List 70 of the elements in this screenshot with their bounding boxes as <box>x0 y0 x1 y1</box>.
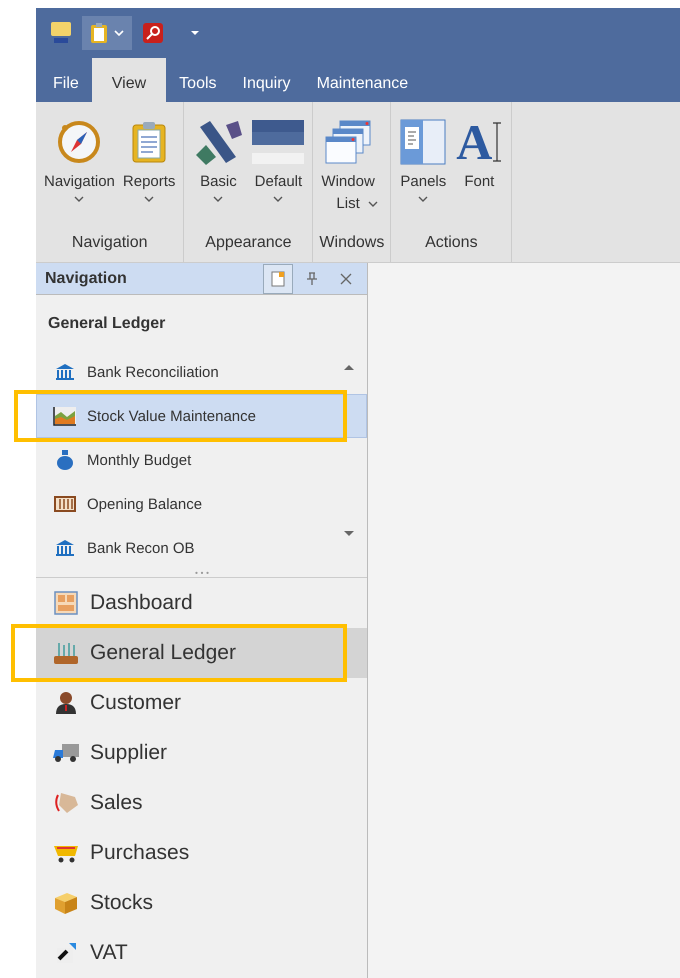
text-height-icon <box>492 121 502 163</box>
resize-grip-icon[interactable] <box>194 571 210 575</box>
truck-icon <box>52 742 80 764</box>
scroll-down-icon[interactable] <box>343 530 355 538</box>
color-scheme-icon <box>252 120 304 164</box>
clipboard-dropdown-button[interactable] <box>82 16 132 50</box>
navigation-item[interactable]: Monthly Budget <box>36 438 367 482</box>
group-title: General Ledger <box>47 314 166 334</box>
navigation-item[interactable]: Bank Reconciliation <box>36 350 367 394</box>
button-label: Basic <box>200 172 237 192</box>
chevron-down-icon <box>114 30 124 36</box>
category-item[interactable]: Supplier <box>36 728 367 778</box>
clipboard-icon <box>90 22 108 44</box>
page-button[interactable] <box>263 264 293 294</box>
ribbon-button[interactable]: Basic <box>190 114 246 228</box>
category-item[interactable]: Customer <box>36 678 367 728</box>
button-label: Font <box>464 172 494 192</box>
category-item[interactable]: VAT <box>36 928 367 978</box>
money-bag-icon <box>55 449 75 472</box>
ribbon-group-label: Navigation <box>70 233 149 253</box>
button-label: Panels <box>400 172 446 192</box>
ribbon-tab[interactable]: Maintenance <box>304 58 422 102</box>
ribbon-group-label: Windows <box>319 233 384 253</box>
clipboard-icon <box>130 120 168 164</box>
key-icon[interactable] <box>142 22 164 44</box>
navigation-item[interactable]: Bank Recon OB <box>36 526 367 570</box>
close-icon <box>340 272 352 285</box>
ribbon-group-label: Appearance <box>204 233 293 253</box>
price-tag-icon <box>53 791 79 815</box>
button-label: Window <box>321 172 375 192</box>
category-item[interactable]: Dashboard <box>36 578 367 628</box>
ribbon-group-label: Actions <box>424 233 479 253</box>
customize-dropdown-icon[interactable] <box>190 30 200 36</box>
navigation-item[interactable]: Stock Value Maintenance <box>36 394 367 438</box>
navigation-item[interactable]: Opening Balance <box>36 482 367 526</box>
ribbon-button[interactable]: Default <box>250 114 306 228</box>
category-item[interactable]: Purchases <box>36 828 367 878</box>
button-label: List <box>336 194 360 214</box>
bank-icon <box>55 539 75 558</box>
pin-icon <box>306 272 318 286</box>
scroll-up-icon[interactable] <box>343 364 355 372</box>
dashboard-icon <box>54 591 78 615</box>
box-icon <box>53 891 79 915</box>
category-item[interactable]: Stocks <box>36 878 367 928</box>
monitor-icon[interactable] <box>50 21 72 45</box>
person-icon <box>55 691 77 715</box>
ribbon-button[interactable]: A Font <box>453 114 506 228</box>
ribbon-tab[interactable]: View <box>92 58 166 102</box>
panel-title: Navigation <box>45 270 128 288</box>
ribbon-tab[interactable]: Inquiry <box>230 58 304 102</box>
ribbon-button[interactable]: Panels <box>397 114 450 228</box>
ribbon-button[interactable]: Navigation <box>42 114 117 228</box>
button-label: Reports <box>122 172 176 192</box>
button-label: Default <box>254 172 302 192</box>
chart-grid-icon <box>53 406 77 426</box>
category-item[interactable]: Sales <box>36 778 367 828</box>
abacus-icon <box>54 496 76 512</box>
windows-icon <box>324 119 372 165</box>
category-item[interactable]: General Ledger <box>36 628 367 678</box>
button-label: Navigation <box>44 172 115 192</box>
ribbon-tab[interactable]: File <box>40 58 92 102</box>
compass-icon <box>57 120 102 164</box>
panels-icon <box>400 119 446 165</box>
font-glyph: A <box>456 119 492 165</box>
ribbon-tab[interactable]: Tools <box>166 58 230 102</box>
bank-icon <box>55 363 75 382</box>
ribbon-button[interactable]: Reports <box>120 114 178 228</box>
ribbon-button[interactable]: Window List <box>319 114 377 228</box>
page-icon <box>271 270 285 287</box>
ledger-tray-icon <box>53 641 79 665</box>
